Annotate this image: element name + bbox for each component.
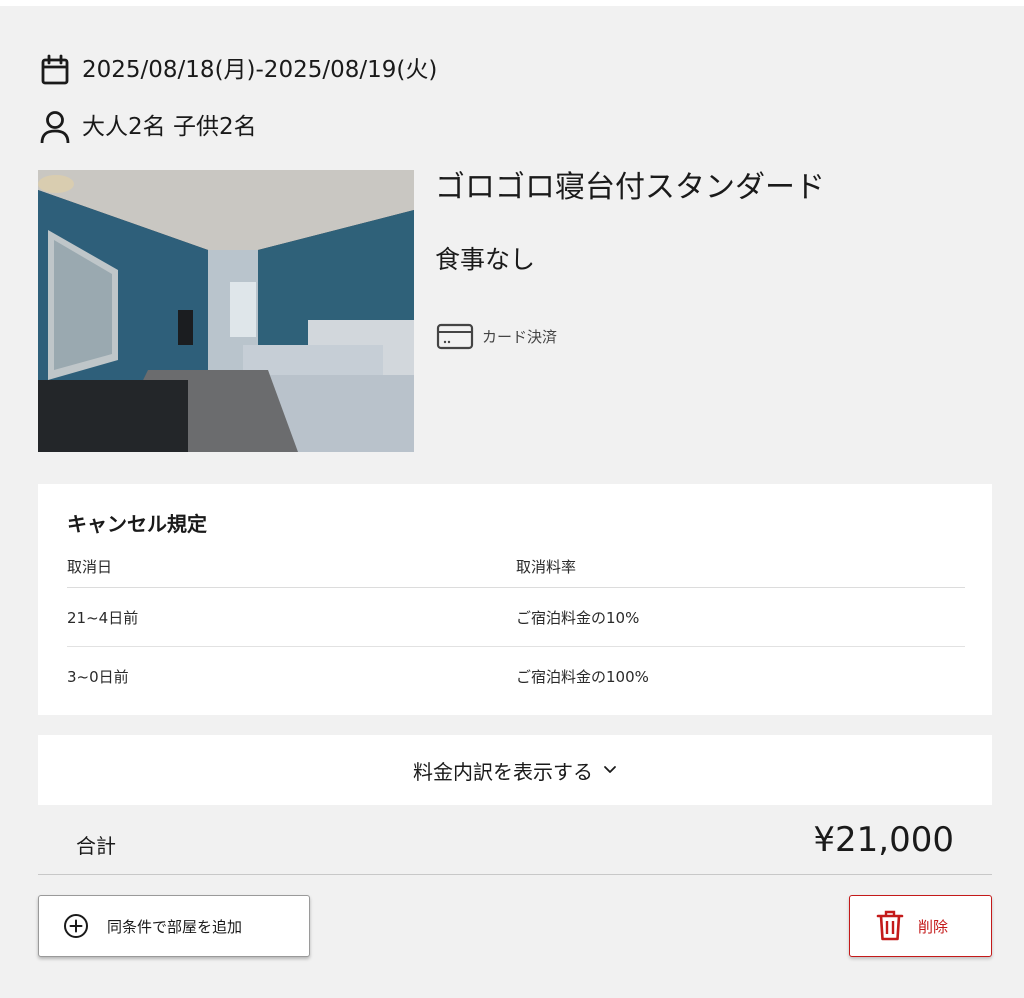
- date-range-row: 2025/08/18(月)-2025/08/19(火): [40, 54, 437, 86]
- cancellation-table-header: 取消日 取消料率: [67, 550, 965, 588]
- credit-card-icon: [436, 321, 474, 351]
- delete-button[interactable]: 削除: [849, 895, 992, 957]
- trash-icon: [876, 910, 904, 942]
- add-room-label: 同条件で部屋を追加: [107, 917, 243, 936]
- meal-plan: 食事なし: [435, 245, 536, 274]
- cancel-rate-cell: ご宿泊料金の100%: [516, 667, 649, 686]
- person-icon: [40, 110, 70, 144]
- delete-label: 削除: [918, 917, 949, 936]
- guest-count-text: 大人2名 子供2名: [82, 113, 257, 140]
- guest-count-row: 大人2名 子供2名: [40, 110, 257, 144]
- room-name: ゴロゴロ寝台付スタンダード: [435, 170, 825, 205]
- table-row: 3~0日前 ご宿泊料金の100%: [67, 647, 965, 705]
- cancellation-policy-card: キャンセル規定 取消日 取消料率 21~4日前 ご宿泊料金の10% 3~0日前 …: [38, 484, 992, 715]
- table-row: 21~4日前 ご宿泊料金の10%: [67, 588, 965, 647]
- payment-method: カード決済: [436, 321, 557, 351]
- total-label: 合計: [76, 834, 116, 858]
- price-breakdown-toggle[interactable]: 料金内訳を表示する: [38, 735, 992, 805]
- cancellation-policy-title: キャンセル規定: [67, 512, 207, 536]
- room-photo: [38, 170, 414, 452]
- add-room-button[interactable]: 同条件で部屋を追加: [38, 895, 310, 957]
- date-range-text: 2025/08/18(月)-2025/08/19(火): [82, 56, 438, 83]
- column-header-cancel-date: 取消日: [67, 558, 113, 576]
- column-header-cancel-rate: 取消料率: [516, 558, 577, 576]
- payment-label: カード決済: [482, 327, 558, 346]
- cancel-date-cell: 21~4日前: [67, 608, 139, 627]
- total-row: 合計 ¥21,000: [38, 810, 992, 875]
- plus-circle-icon: [63, 913, 89, 939]
- cancel-date-cell: 3~0日前: [67, 667, 129, 686]
- cancellation-table: 取消日 取消料率 21~4日前 ご宿泊料金の10% 3~0日前 ご宿泊料金の10…: [67, 550, 965, 705]
- cancel-rate-cell: ご宿泊料金の10%: [516, 608, 640, 627]
- total-price: ¥21,000: [813, 820, 954, 860]
- price-breakdown-label: 料金内訳を表示する: [413, 759, 593, 784]
- calendar-icon: [40, 54, 70, 86]
- chevron-down-icon: [603, 765, 617, 775]
